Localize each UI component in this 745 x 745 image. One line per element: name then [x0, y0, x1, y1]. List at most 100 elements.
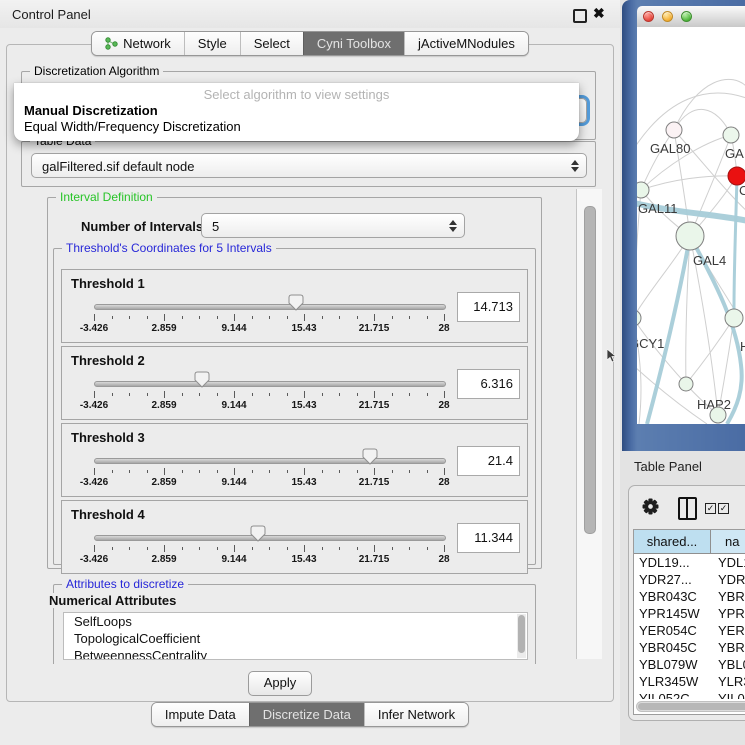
table-row[interactable]: YDR27...YDR2 [634, 571, 745, 588]
dropdown-option-manual-discretization[interactable]: Manual Discretization [24, 103, 158, 118]
tab-discretize-data[interactable]: Discretize Data [249, 703, 364, 726]
dropdown-option-equal-width-frequency[interactable]: Equal Width/Frequency Discretization [24, 119, 241, 134]
network-canvas[interactable]: GAL80GACGAL11GAL4GCY1HHAP2 [637, 27, 745, 424]
threshold-value-field[interactable]: 6.316 [457, 369, 520, 399]
threshold-slider-thumb[interactable] [250, 525, 266, 542]
threshold-slider-track[interactable] [94, 535, 446, 541]
zoom-traffic-light[interactable] [681, 11, 692, 22]
tab-infer-network[interactable]: Infer Network [364, 703, 468, 726]
numerical-attributes-list[interactable]: SelfLoopsTopologicalCoefficientBetweenne… [63, 612, 528, 660]
network-node[interactable] [666, 122, 682, 138]
algorithm-dropdown-popup: Select algorithm to view settings Manual… [14, 83, 579, 141]
network-node[interactable] [723, 127, 739, 143]
network-node[interactable] [637, 182, 649, 198]
close-icon[interactable]: ✖ [593, 5, 605, 22]
network-window-titlebar[interactable] [637, 6, 745, 27]
network-node-label: GCY1 [637, 336, 664, 351]
tab-label: Infer Network [378, 707, 455, 722]
checkbox-icon[interactable]: ✓ [705, 503, 716, 514]
tab-style[interactable]: Style [184, 32, 240, 55]
threshold-slider-track[interactable] [94, 458, 446, 464]
table-panel: ✓ ✓ shared... na YDL19...YDL1YDR27...YDR… [628, 485, 745, 721]
threshold-label: Threshold 4 [71, 507, 145, 522]
table-row[interactable]: YBR043CYBR0 [634, 588, 745, 605]
table-row[interactable]: YIL052CYIL0 [634, 690, 745, 699]
table-row[interactable]: YPR145WYPR1 [634, 605, 745, 622]
network-node[interactable] [679, 377, 693, 391]
table-header: shared... na [634, 530, 745, 554]
table-horizontal-scrollbar[interactable] [636, 701, 745, 712]
slider-axis-labels: -3.4262.8599.14415.4321.71528 [94, 477, 444, 489]
threshold-value-field[interactable]: 11.344 [457, 523, 520, 553]
table-row[interactable]: YDL19...YDL1 [634, 554, 745, 571]
slider-ticks [94, 468, 444, 476]
scrollbar-thumb[interactable] [584, 206, 596, 534]
mouse-cursor [607, 349, 617, 363]
number-of-intervals-value: 5 [212, 219, 219, 234]
list-scrollbar[interactable] [517, 614, 526, 658]
threshold-4-box: Threshold 4 -3.4262.8599.14415.4321.7152… [61, 500, 528, 574]
column-header-shared-name[interactable]: shared... [634, 530, 711, 553]
network-node[interactable] [710, 407, 726, 423]
tab-impute-data[interactable]: Impute Data [152, 703, 249, 726]
checkbox-icon[interactable]: ✓ [718, 503, 729, 514]
table-data-combobox[interactable]: galFiltered.sif default node [31, 153, 587, 178]
close-traffic-light[interactable] [643, 11, 654, 22]
gear-icon[interactable] [642, 498, 659, 515]
attribute-list-item[interactable]: TopologicalCoefficient [64, 630, 527, 647]
top-tabbar: Network Style Select Cyni Toolbox jActiv… [0, 31, 620, 56]
slider-ticks [94, 391, 444, 399]
numerical-attributes-label: Numerical Attributes [46, 593, 179, 608]
tab-network[interactable]: Network [92, 32, 184, 55]
tab-label: Select [254, 36, 290, 51]
float-window-icon[interactable] [573, 9, 587, 23]
threshold-slider-thumb[interactable] [362, 448, 378, 465]
network-node[interactable] [676, 222, 704, 250]
number-of-intervals-label: Number of Intervals [81, 219, 203, 234]
stepper-icon [449, 220, 457, 232]
group-title: Discretization Algorithm [30, 64, 163, 78]
attribute-list-item[interactable]: SelfLoops [64, 613, 527, 630]
number-of-intervals-combobox[interactable]: 5 [201, 213, 465, 238]
threshold-label: Threshold 1 [71, 276, 145, 291]
scrollbar-thumb[interactable] [638, 703, 745, 710]
node-attribute-table: shared... na YDL19...YDL1YDR27...YDR2YBR… [633, 529, 745, 715]
threshold-value-field[interactable]: 21.4 [457, 446, 520, 476]
table-row[interactable]: YBR045CYBR0 [634, 639, 745, 656]
column-header-name[interactable]: na [711, 530, 745, 553]
tab-label: Impute Data [165, 707, 236, 722]
network-icon [105, 37, 118, 50]
tab-cyni-toolbox[interactable]: Cyni Toolbox [303, 32, 404, 55]
table-panel-title: Table Panel [634, 459, 702, 474]
threshold-2-box: Threshold 2 -3.4262.8599.14415.4321.7152… [61, 346, 528, 420]
threshold-slider-track[interactable] [94, 304, 446, 310]
threshold-label: Threshold 2 [71, 353, 145, 368]
network-view-window: GAL80GACGAL11GAL4GCY1HHAP2 [622, 0, 745, 451]
network-node[interactable] [725, 309, 743, 327]
dropdown-hint: Select algorithm to view settings [14, 87, 579, 102]
network-node-label: H [740, 339, 745, 354]
minimize-traffic-light[interactable] [662, 11, 673, 22]
threshold-value-field[interactable]: 14.713 [457, 292, 520, 322]
panel-vertical-scrollbar[interactable] [576, 189, 602, 659]
tab-label: Style [198, 36, 227, 51]
threshold-slider-track[interactable] [94, 381, 446, 387]
table-row[interactable]: YER054CYER0 [634, 622, 745, 639]
table-row[interactable]: YLR345WYLR3 [634, 673, 745, 690]
threshold-3-box: Threshold 3 -3.4262.8599.14415.4321.7152… [61, 423, 528, 497]
apply-button[interactable]: Apply [248, 671, 312, 696]
group-title: Threshold's Coordinates for 5 Intervals [62, 241, 276, 255]
table-row[interactable]: YBL079WYBL0 [634, 656, 745, 673]
threshold-slider-thumb[interactable] [194, 371, 210, 388]
cyni-toolbox-panel: Discretization Algorithm Select algorith… [6, 44, 614, 702]
control-panel-titlebar: Control Panel ✖ [0, 0, 620, 28]
tab-jactivemnodules[interactable]: jActiveMNodules [404, 32, 528, 55]
threshold-slider-thumb[interactable] [288, 294, 304, 311]
table-data-value: galFiltered.sif default node [42, 159, 194, 174]
control-panel-window: Control Panel ✖ Network Style Select Cyn… [0, 0, 620, 745]
tab-select[interactable]: Select [240, 32, 303, 55]
slider-ticks [94, 314, 444, 322]
column-settings-icon[interactable] [678, 497, 697, 520]
attribute-list-item[interactable]: BetweennessCentrality [64, 647, 527, 660]
network-node[interactable] [637, 310, 641, 326]
